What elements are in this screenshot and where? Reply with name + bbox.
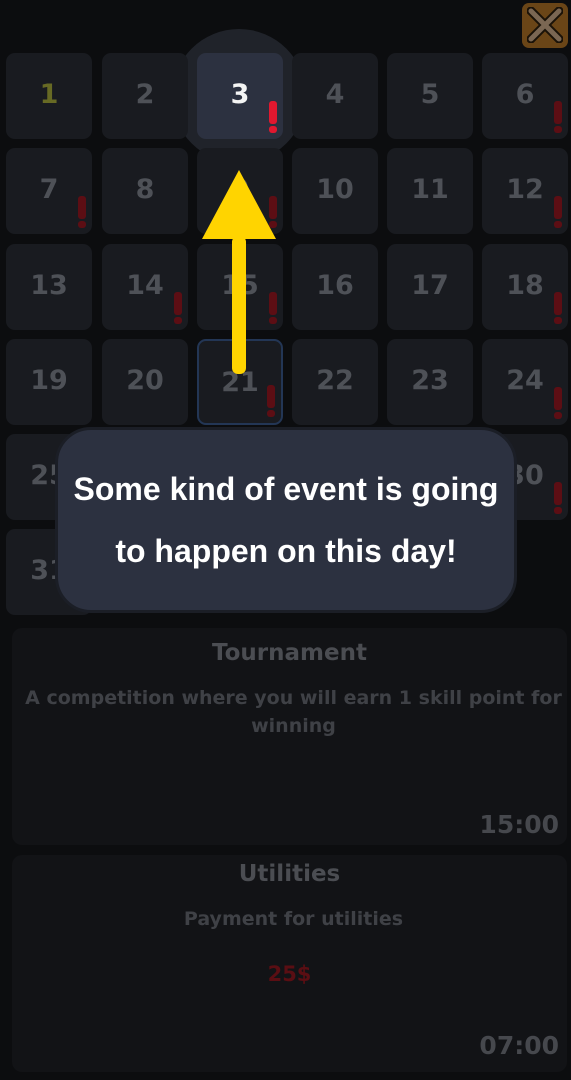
tooltip-text: Some kind of event is going to happen on…	[73, 471, 499, 569]
calendar-day-18[interactable]: 18	[482, 244, 568, 330]
day-number: 16	[316, 270, 354, 301]
exclamation-icon	[78, 196, 86, 228]
day-number: 4	[325, 79, 345, 110]
calendar-day-12[interactable]: 12	[482, 148, 568, 234]
exclamation-icon	[554, 482, 562, 514]
day-number: 5	[420, 79, 440, 110]
calendar-day-23[interactable]: 23	[387, 339, 473, 425]
day-number: 23	[411, 365, 449, 396]
event-card-tournament[interactable]: Tournament A competition where you will …	[12, 628, 567, 845]
calendar-day-24[interactable]: 24	[482, 339, 568, 425]
exclamation-icon	[554, 101, 562, 133]
calendar-day-17[interactable]: 17	[387, 244, 473, 330]
event-price: 25$	[267, 962, 312, 986]
event-card-utilities[interactable]: Utilities Payment for utilities 25$ 07:0…	[12, 855, 567, 1072]
calendar-day-16[interactable]: 16	[292, 244, 378, 330]
calendar-day-14[interactable]: 14	[102, 244, 188, 330]
day-number: 22	[316, 365, 354, 396]
calendar-day-7[interactable]: 7	[6, 148, 92, 234]
event-description: A competition where you will earn 1 skil…	[25, 687, 562, 737]
calendar-day-22[interactable]: 22	[292, 339, 378, 425]
day-number: 1	[39, 79, 59, 110]
calendar-day-8[interactable]: 8	[102, 148, 188, 234]
event-title: Tournament	[212, 640, 367, 666]
exclamation-icon	[554, 196, 562, 228]
calendar-day-10[interactable]: 10	[292, 148, 378, 234]
exclamation-icon	[174, 292, 182, 324]
day-number: 8	[135, 174, 155, 205]
day-number: 11	[411, 174, 449, 205]
calendar-day-19[interactable]: 19	[6, 339, 92, 425]
day-number: 2	[135, 79, 155, 110]
day-number: 13	[30, 270, 68, 301]
calendar-day-20[interactable]: 20	[102, 339, 188, 425]
event-title: Utilities	[238, 861, 341, 887]
event-time: 07:00	[479, 1031, 559, 1060]
day-number: 17	[411, 270, 449, 301]
up-arrow-icon	[202, 170, 276, 374]
calendar-day-3[interactable]: 3	[197, 53, 283, 139]
exclamation-icon	[269, 101, 277, 133]
exclamation-icon	[554, 387, 562, 419]
calendar-day-1[interactable]: 1	[6, 53, 92, 139]
exclamation-icon	[267, 385, 275, 417]
calendar-day-2[interactable]: 2	[102, 53, 188, 139]
day-number: 20	[126, 365, 164, 396]
day-number: 10	[316, 174, 354, 205]
calendar-day-11[interactable]: 11	[387, 148, 473, 234]
event-time: 15:00	[479, 810, 559, 839]
calendar-day-4[interactable]: 4	[292, 53, 378, 139]
calendar-day-6[interactable]: 6	[482, 53, 568, 139]
day-number: 19	[30, 365, 68, 396]
exclamation-icon	[554, 292, 562, 324]
event-description: Payment for utilities	[183, 908, 404, 930]
calendar-day-5[interactable]: 5	[387, 53, 473, 139]
calendar-day-13[interactable]: 13	[6, 244, 92, 330]
tutorial-tooltip[interactable]: Some kind of event is going to happen on…	[55, 427, 517, 613]
